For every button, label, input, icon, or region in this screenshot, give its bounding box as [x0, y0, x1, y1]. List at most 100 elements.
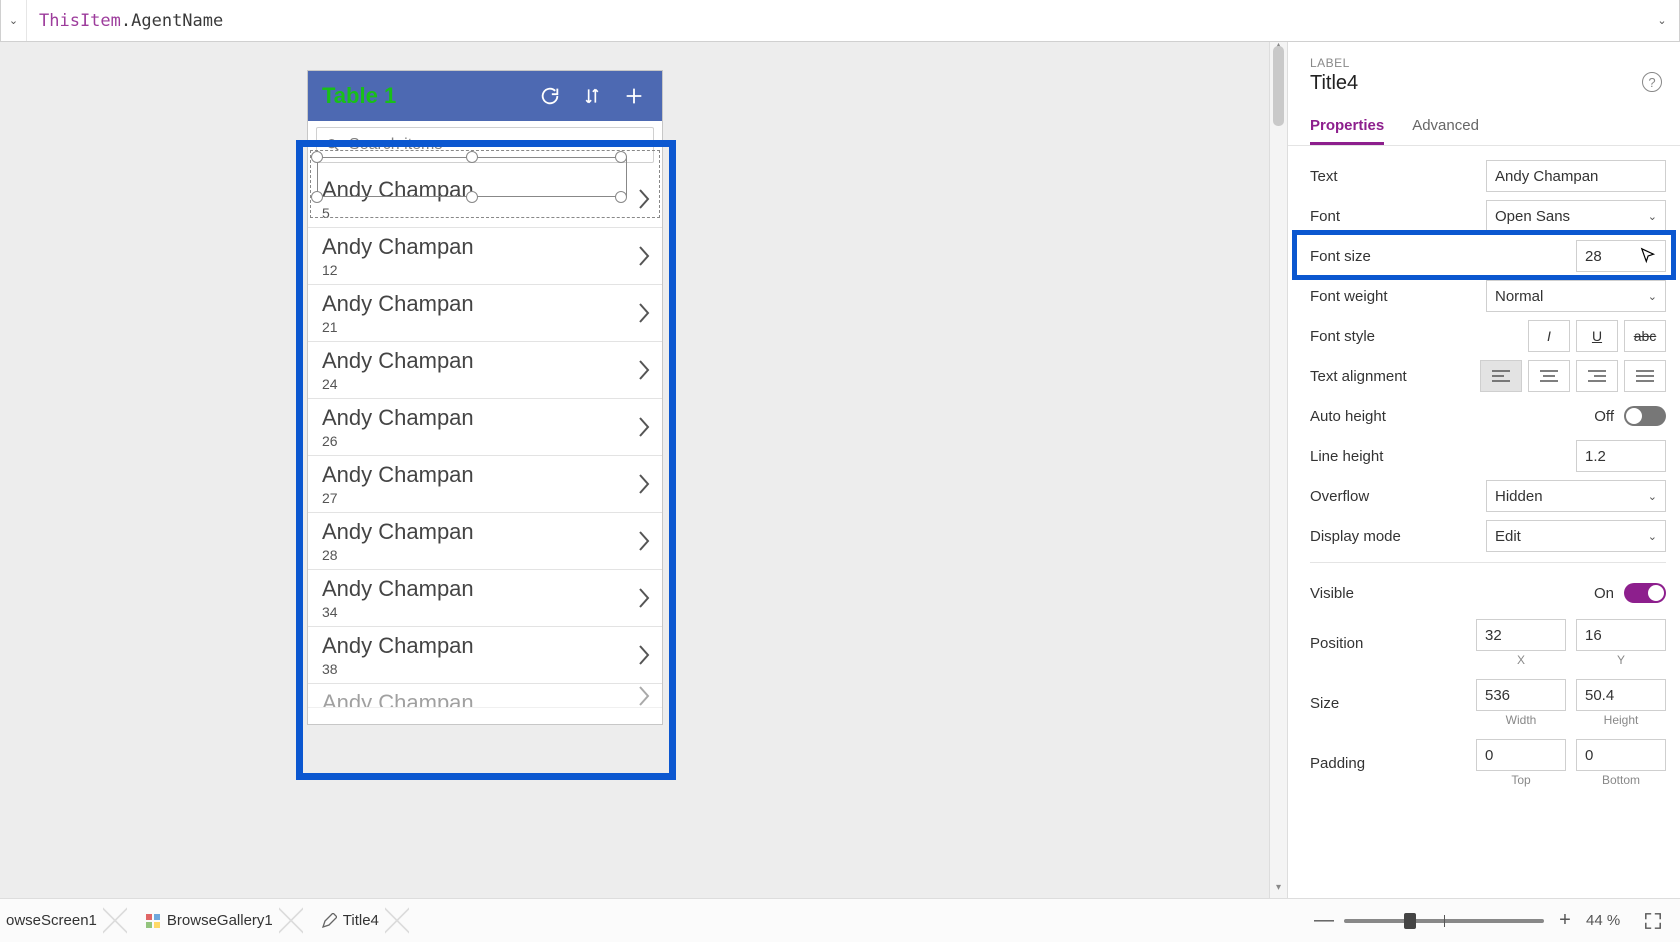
formula-text[interactable]: ThisItem.AgentName: [27, 11, 1645, 31]
add-icon[interactable]: [620, 82, 648, 110]
canvas[interactable]: Table 1 Search items Andy Champan5Andy C…: [0, 42, 1287, 898]
label-display-mode: Display mode: [1310, 528, 1486, 545]
gallery-item[interactable]: Andy Champan 12: [308, 228, 662, 285]
canvas-scrollbar[interactable]: ▴ ▾: [1269, 42, 1287, 898]
chevron-down-icon: ⌄: [1648, 530, 1657, 543]
gallery-item[interactable]: Andy Champan 5: [308, 171, 662, 228]
caption-bottom: Bottom: [1602, 773, 1640, 787]
crumb-screen[interactable]: owseScreen1: [0, 899, 115, 942]
divider: [1310, 562, 1666, 563]
zoom-slider[interactable]: [1344, 919, 1544, 923]
tab-properties[interactable]: Properties: [1310, 109, 1384, 145]
align-center-button[interactable]: [1528, 360, 1570, 392]
gallery-item[interactable]: Andy Champan27: [308, 456, 662, 513]
italic-button[interactable]: I: [1528, 320, 1570, 352]
gallery-item[interactable]: Andy Champan21: [308, 285, 662, 342]
item-subtitle: 5: [322, 205, 648, 221]
caption-x: X: [1517, 653, 1525, 667]
label-position: Position: [1310, 635, 1466, 652]
gallery-item[interactable]: Andy Champan28: [308, 513, 662, 570]
row-padding: Padding Top Bottom: [1310, 733, 1666, 793]
help-icon[interactable]: ?: [1642, 72, 1662, 92]
control-kind: LABEL: [1310, 56, 1658, 70]
auto-height-state: Off: [1594, 408, 1614, 425]
label-font-weight: Font weight: [1310, 288, 1486, 305]
tab-advanced[interactable]: Advanced: [1412, 109, 1479, 145]
search-icon: [325, 137, 341, 153]
padding-top-input[interactable]: [1476, 739, 1566, 771]
chevron-right-icon: [638, 587, 650, 609]
search-box[interactable]: Search items: [316, 127, 654, 163]
item-subtitle: 12: [322, 262, 648, 278]
gallery-item[interactable]: Andy Champan34: [308, 570, 662, 627]
item-name: Andy Champan: [322, 291, 648, 317]
item-name: Andy Champan: [322, 462, 648, 488]
display-mode-select[interactable]: Edit⌄: [1486, 520, 1666, 552]
overflow-select[interactable]: Hidden⌄: [1486, 480, 1666, 512]
gallery-item[interactable]: Andy Champan38: [308, 627, 662, 684]
chevron-down-icon: ⌄: [1648, 290, 1657, 303]
gallery-icon: [145, 913, 161, 929]
position-x-input[interactable]: [1476, 619, 1566, 651]
label-font-size: Font size: [1310, 248, 1486, 265]
gallery-item[interactable]: Andy Champan24: [308, 342, 662, 399]
position-y-input[interactable]: [1576, 619, 1666, 651]
sort-icon[interactable]: [578, 82, 606, 110]
item-name: Andy Champan: [322, 234, 648, 260]
auto-height-toggle[interactable]: [1624, 406, 1666, 426]
gallery-item[interactable]: Andy Champan26: [308, 399, 662, 456]
font-weight-select[interactable]: Normal⌄: [1486, 280, 1666, 312]
line-height-input[interactable]: [1576, 440, 1666, 472]
row-overflow: Overflow Hidden⌄: [1310, 476, 1666, 516]
row-size: Size Width Height: [1310, 673, 1666, 733]
row-text: Text: [1310, 156, 1666, 196]
font-size-input[interactable]: [1576, 240, 1666, 272]
chevron-right-icon: [638, 245, 650, 267]
item-subtitle: 26: [322, 433, 648, 449]
align-justify-button[interactable]: [1624, 360, 1666, 392]
chevron-right-icon: [638, 530, 650, 552]
align-right-button[interactable]: [1576, 360, 1618, 392]
crumb-gallery[interactable]: BrowseGallery1: [115, 899, 291, 942]
zoom-percent: 44 %: [1586, 912, 1632, 929]
text-input[interactable]: [1486, 160, 1666, 192]
label-padding: Padding: [1310, 755, 1466, 772]
edit-icon: [321, 913, 337, 929]
gallery-item[interactable]: Andy Champan: [308, 684, 662, 708]
label-font-style: Font style: [1310, 328, 1486, 345]
crumb-label[interactable]: Title4: [291, 899, 397, 942]
label-text-align: Text alignment: [1310, 368, 1486, 385]
row-font: Font Open Sans⌄: [1310, 196, 1666, 236]
breadcrumbs: owseScreen1 BrowseGallery1 Title4: [0, 899, 397, 942]
zoom-in-button[interactable]: +: [1556, 909, 1574, 932]
zoom-slider-thumb[interactable]: [1404, 913, 1416, 929]
chevron-down-icon: ⌄: [1648, 210, 1657, 223]
font-select[interactable]: Open Sans⌄: [1486, 200, 1666, 232]
workspace: Table 1 Search items Andy Champan5Andy C…: [0, 42, 1680, 898]
zoom-out-button[interactable]: —: [1314, 909, 1332, 932]
item-name: Andy Champan: [322, 177, 648, 203]
chevron-right-icon: [638, 188, 650, 210]
strikethrough-button[interactable]: abc: [1624, 320, 1666, 352]
caption-y: Y: [1617, 653, 1625, 667]
row-auto-height: Auto height Off: [1310, 396, 1666, 436]
height-input[interactable]: [1576, 679, 1666, 711]
label-line-height: Line height: [1310, 448, 1486, 465]
formula-property: .AgentName: [121, 11, 223, 31]
chevron-right-icon: [638, 359, 650, 381]
formula-dropdown[interactable]: ⌄: [1, 0, 27, 41]
refresh-icon[interactable]: [536, 82, 564, 110]
formula-expand[interactable]: ⌄: [1645, 0, 1679, 41]
width-input[interactable]: [1476, 679, 1566, 711]
app-header: Table 1: [308, 71, 662, 121]
visible-toggle[interactable]: [1624, 583, 1666, 603]
caption-width: Width: [1506, 713, 1537, 727]
chevron-right-icon: [638, 473, 650, 495]
chevron-right-icon: [638, 685, 650, 707]
padding-bottom-input[interactable]: [1576, 739, 1666, 771]
underline-button[interactable]: U: [1576, 320, 1618, 352]
scroll-down-icon[interactable]: ▾: [1270, 882, 1287, 898]
fullscreen-icon[interactable]: [1644, 912, 1662, 930]
align-left-button[interactable]: [1480, 360, 1522, 392]
scrollbar-thumb[interactable]: [1273, 46, 1284, 126]
